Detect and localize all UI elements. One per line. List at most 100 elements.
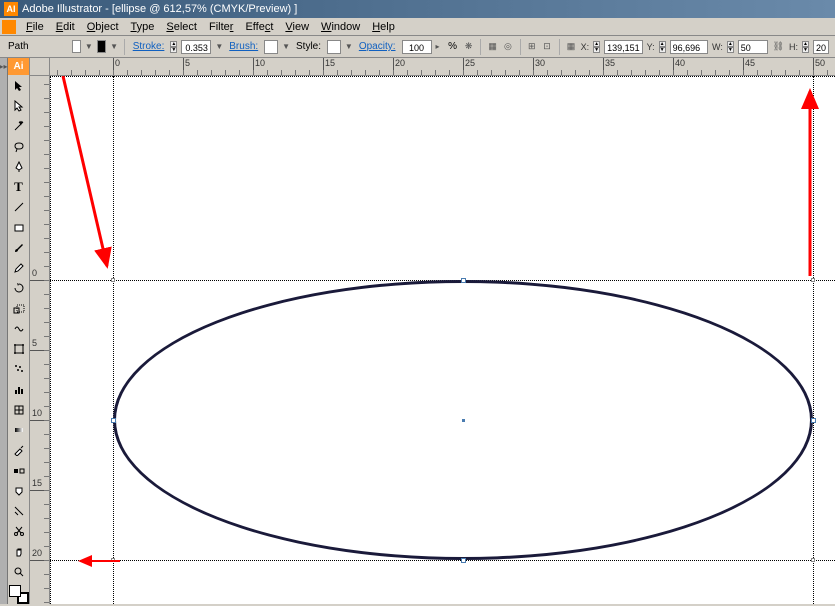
scissors-tool[interactable] xyxy=(9,522,29,541)
percent-label: % xyxy=(448,41,457,52)
recolor-icon[interactable]: ❋ xyxy=(463,39,474,55)
graph-tool[interactable] xyxy=(9,380,29,399)
symbol-sprayer-tool[interactable] xyxy=(9,360,29,379)
eyedropper-tool[interactable] xyxy=(9,441,29,460)
menu-window[interactable]: Window xyxy=(315,19,366,35)
type-tool[interactable]: T xyxy=(9,178,29,197)
direct-select-tool[interactable] xyxy=(9,97,29,116)
stroke-swatch[interactable] xyxy=(97,40,106,53)
zoom-tool[interactable] xyxy=(9,562,29,581)
w-value[interactable]: 50 mm xyxy=(738,40,768,54)
mesh-tool[interactable] xyxy=(9,400,29,419)
fill-stroke-control[interactable] xyxy=(9,585,29,604)
menu-filter[interactable]: Filter xyxy=(203,19,239,35)
h-spinner[interactable]: ▲▼ xyxy=(802,41,809,53)
stroke-label[interactable]: Stroke: xyxy=(133,41,165,52)
y-label: Y: xyxy=(647,42,655,52)
chevron-down-icon[interactable]: ▼ xyxy=(85,42,93,51)
reference-point-icon[interactable]: ▦ xyxy=(565,39,576,55)
selection-tool[interactable] xyxy=(9,76,29,95)
document-area: 05101520253035404550 05101520 xyxy=(30,58,835,604)
live-paint-tool[interactable] xyxy=(9,481,29,500)
ruler-origin[interactable] xyxy=(30,58,50,76)
menu-effect[interactable]: Effect xyxy=(239,19,279,35)
menu-object[interactable]: Object xyxy=(81,19,125,35)
w-label: W: xyxy=(712,42,723,52)
brush-label[interactable]: Brush: xyxy=(229,41,258,52)
chevron-down-icon[interactable]: ▼ xyxy=(110,42,118,51)
h-value[interactable]: 20 xyxy=(813,40,829,54)
x-spinner[interactable]: ▲▼ xyxy=(593,41,600,53)
link-wh-icon[interactable]: ⛓ xyxy=(772,39,785,55)
magic-wand-tool[interactable] xyxy=(9,117,29,136)
fill-color-icon[interactable] xyxy=(9,585,21,597)
menu-file[interactable]: File xyxy=(20,19,50,35)
lasso-tool[interactable] xyxy=(9,137,29,156)
bbox-handle[interactable] xyxy=(811,558,815,562)
align-icon[interactable]: ⊞ xyxy=(526,39,537,55)
free-transform-tool[interactable] xyxy=(9,340,29,359)
chevron-down-icon[interactable]: ▸ xyxy=(436,42,443,51)
rotate-tool[interactable] xyxy=(9,279,29,298)
bbox-handle[interactable] xyxy=(111,558,115,562)
isolate-icon[interactable]: ◎ xyxy=(502,39,513,55)
document-name: - [ellipse @ 612,57% (CMYK/Preview) ] xyxy=(105,3,297,15)
hand-tool[interactable] xyxy=(9,542,29,561)
horizontal-ruler[interactable]: 05101520253035404550 xyxy=(50,58,835,76)
control-bar: Path ▼ ▼ Stroke: ▲▼ 0.353 ▼ Brush: ▼ Sty… xyxy=(0,36,835,58)
guide-horizontal xyxy=(50,560,835,561)
transform-icon[interactable]: ⊡ xyxy=(541,39,552,55)
style-label: Style: xyxy=(296,41,321,52)
w-spinner[interactable]: ▲▼ xyxy=(727,41,734,53)
scale-tool[interactable] xyxy=(9,299,29,318)
opacity-value[interactable]: 100 xyxy=(402,40,432,54)
anchor-point[interactable] xyxy=(811,418,816,423)
rectangle-tool[interactable] xyxy=(9,218,29,237)
bbox-handle[interactable] xyxy=(111,278,115,282)
bbox-handle[interactable] xyxy=(811,278,815,282)
pen-tool[interactable] xyxy=(9,157,29,176)
fill-swatch[interactable] xyxy=(72,40,81,53)
panel-gripper[interactable]: ▸▸ xyxy=(0,58,8,604)
chevron-down-icon[interactable]: ▼ xyxy=(345,42,353,51)
brush-box[interactable] xyxy=(264,40,278,54)
h-label: H: xyxy=(789,42,798,52)
divider xyxy=(124,39,125,55)
guide-vertical xyxy=(813,76,814,604)
menu-select[interactable]: Select xyxy=(160,19,203,35)
stroke-spinner[interactable]: ▲▼ xyxy=(170,41,177,53)
x-value[interactable]: 139,151 mm xyxy=(604,40,643,54)
line-tool[interactable] xyxy=(9,198,29,217)
brush-tool[interactable] xyxy=(9,238,29,257)
ai-logo-icon: AI xyxy=(4,2,18,16)
pencil-tool[interactable] xyxy=(9,259,29,278)
y-spinner[interactable]: ▲▼ xyxy=(659,41,666,53)
anchor-point[interactable] xyxy=(461,278,466,283)
app-name: Adobe Illustrator xyxy=(22,3,102,15)
canvas[interactable] xyxy=(50,76,835,604)
main-area: ▸▸ Ai T 0510152025303540455 xyxy=(0,58,835,604)
chevron-down-icon[interactable]: ▼ xyxy=(215,42,223,51)
tool-header: Ai xyxy=(8,58,29,75)
anchor-point[interactable] xyxy=(461,558,466,563)
menu-edit[interactable]: Edit xyxy=(50,19,81,35)
app-title: Adobe Illustrator - [ellipse @ 612,57% (… xyxy=(22,3,297,15)
chevron-down-icon[interactable]: ▼ xyxy=(282,42,290,51)
menu-type[interactable]: Type xyxy=(125,19,161,35)
menu-view[interactable]: View xyxy=(279,19,315,35)
stroke-value[interactable]: 0.353 xyxy=(181,40,211,54)
vertical-ruler[interactable]: 05101520 xyxy=(30,76,50,604)
style-box[interactable] xyxy=(327,40,341,54)
opacity-label[interactable]: Opacity: xyxy=(359,41,396,52)
tool-panel: Ai T xyxy=(8,58,30,604)
y-value[interactable]: 96,696 mm xyxy=(670,40,708,54)
menu-help[interactable]: Help xyxy=(366,19,401,35)
divider xyxy=(480,39,481,55)
anchor-point[interactable] xyxy=(111,418,116,423)
slice-tool[interactable] xyxy=(9,502,29,521)
select-similar-icon[interactable]: ▦ xyxy=(487,39,498,55)
gradient-tool[interactable] xyxy=(9,421,29,440)
warp-tool[interactable] xyxy=(9,319,29,338)
blend-tool[interactable] xyxy=(9,461,29,480)
selection-type: Path xyxy=(8,41,29,52)
